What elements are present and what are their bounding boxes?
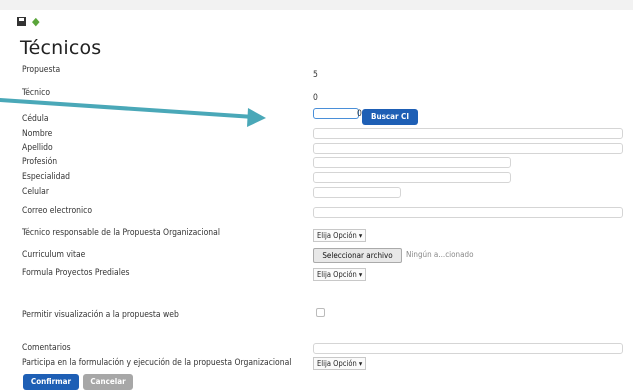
arrow-shaft <box>0 98 256 119</box>
annotation-arrow <box>0 98 266 127</box>
arrow-head <box>247 108 266 127</box>
